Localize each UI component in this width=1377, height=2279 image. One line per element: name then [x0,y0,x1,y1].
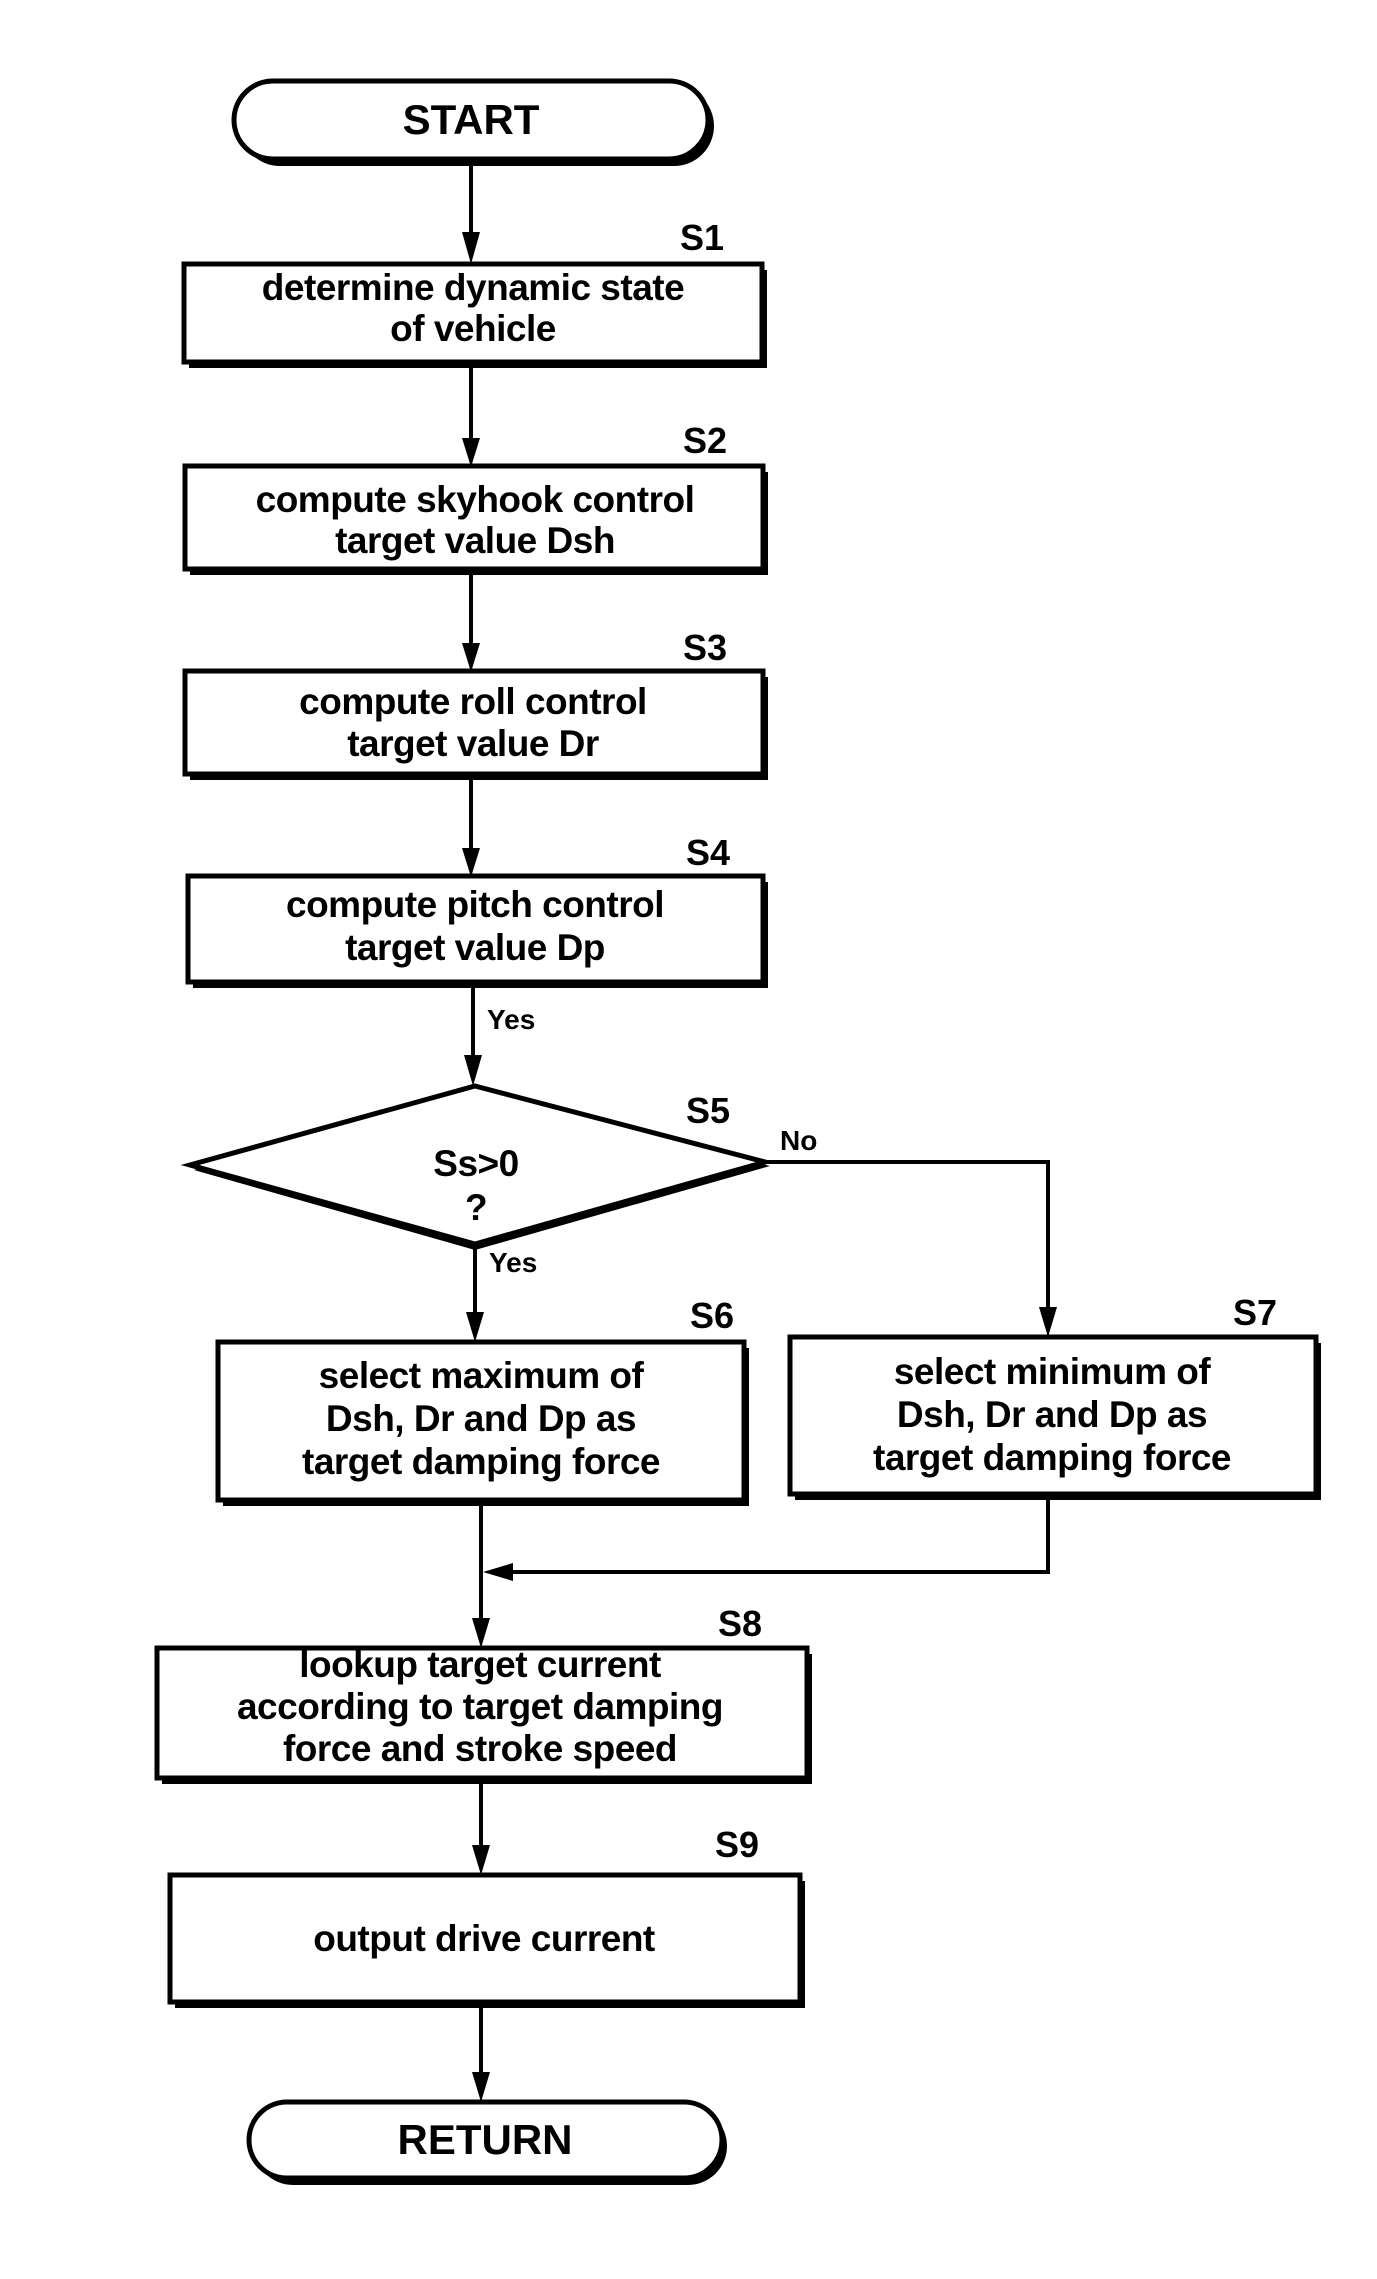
arrow-head [466,1312,484,1342]
process-box-s9: output drive current [167,1872,805,2008]
process-box-s1: determine dynamic state of vehicle [181,261,767,368]
s6-line-3: target damping force [302,1441,660,1482]
process-box-s8: lookup target current according to targe… [154,1644,812,1784]
s6-line-1: select maximum of [319,1355,645,1396]
s3-line-2: target value Dr [347,723,599,764]
process-box-s7: select minimum of Dsh, Dr and Dp as targ… [787,1334,1321,1500]
s9-line-1: output drive current [313,1918,655,1959]
flowchart: START determine dynamic state of vehicle… [154,78,1321,2185]
return-terminal: RETURN [246,2099,727,2185]
process-box-s2: compute skyhook control target value Dsh [182,463,768,575]
arrow-head [462,232,480,264]
arrow-head [462,848,480,877]
no-label: No [780,1125,817,1156]
s7-line-1: select minimum of [894,1351,1212,1392]
s7-line-3: target damping force [873,1437,1231,1478]
yes-label-above: Yes [487,1004,535,1035]
arrow-head [462,438,480,467]
step-label-s1: S1 [680,217,724,258]
s2-line-2: target value Dsh [335,520,615,561]
s5-line-2: ? [465,1187,487,1228]
start-terminal: START [231,78,714,166]
arrow-head [462,643,480,672]
process-box-s4: compute pitch control target value Dp [185,873,768,988]
arrow-head [1039,1307,1057,1337]
step-label-s9: S9 [715,1824,759,1865]
process-box-s3: compute roll control target value Dr [182,668,768,780]
return-label: RETURN [398,2116,573,2163]
step-label-s8: S8 [718,1603,762,1644]
s4-line-2: target value Dp [345,927,605,968]
step-label-s4: S4 [686,832,730,873]
process-box-s6: select maximum of Dsh, Dr and Dp as targ… [215,1339,749,1506]
yes-label-below: Yes [489,1247,537,1278]
step-label-s6: S6 [690,1295,734,1336]
step-label-s3: S3 [683,627,727,668]
connector-s7-merge [510,1496,1050,1574]
decision-diamond-s5: Ss>0 ? [180,1083,775,1250]
step-label-s2: S2 [683,420,727,461]
s7-line-2: Dsh, Dr and Dp as [897,1394,1207,1435]
s5-line-1: Ss>0 [433,1143,518,1184]
s1-line-1: determine dynamic state [262,267,684,308]
connector-s5-no-s7 [765,1160,1050,1312]
step-label-s5: S5 [686,1090,730,1131]
s6-line-2: Dsh, Dr and Dp as [326,1398,636,1439]
s1-line-2: of vehicle [390,308,556,349]
s2-line-1: compute skyhook control [256,479,695,520]
step-label-s7: S7 [1233,1292,1277,1333]
arrow-head [472,1845,490,1875]
arrow-head [483,1563,513,1581]
s8-line-3: force and stroke speed [283,1728,677,1769]
s3-line-1: compute roll control [299,681,647,722]
s8-line-1: lookup target current [299,1644,661,1685]
s4-line-1: compute pitch control [286,884,664,925]
start-label: START [403,96,540,143]
arrow-head [472,2072,490,2102]
s8-line-2: according to target damping [237,1686,723,1727]
arrow-head [464,1055,482,1086]
